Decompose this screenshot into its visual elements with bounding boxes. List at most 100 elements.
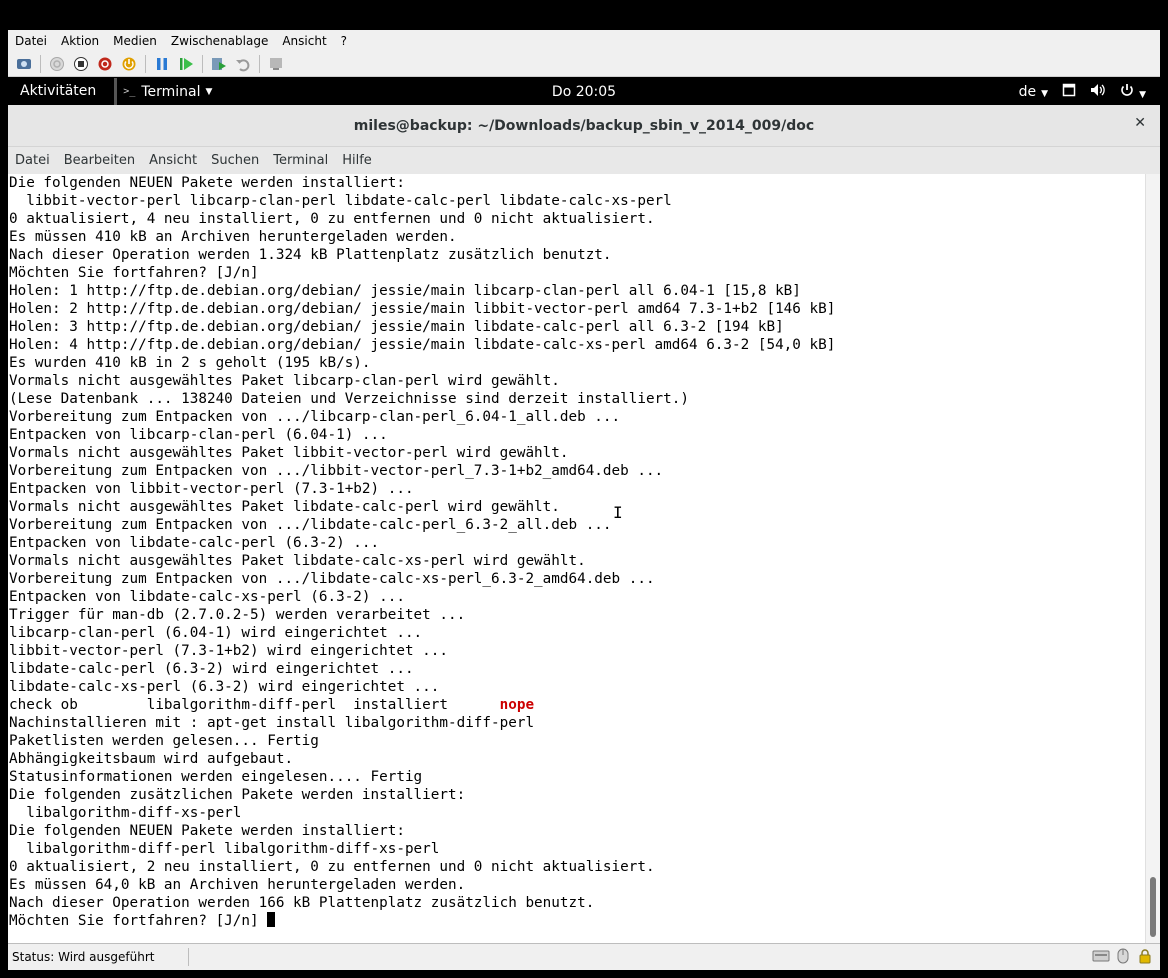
- vm-menu-ansicht[interactable]: Ansicht: [275, 34, 333, 48]
- vm-menu-aktion[interactable]: Aktion: [54, 34, 106, 48]
- toolbar-separator: [145, 55, 146, 73]
- window-icon[interactable]: [1062, 83, 1076, 101]
- terminal-menu-ansicht[interactable]: Ansicht: [142, 153, 204, 168]
- check-result-nope: nope: [499, 697, 535, 713]
- chevron-down-icon: ▼: [1139, 89, 1146, 100]
- terminal-menu-hilfe[interactable]: Hilfe: [335, 153, 379, 168]
- terminal-line: Vorbereitung zum Entpacken von .../libda…: [9, 571, 655, 587]
- terminal-menubar: Datei Bearbeiten Ansicht Suchen Terminal…: [8, 147, 1160, 175]
- terminal-line: check ob libalgorithm-diff-perl installi…: [9, 696, 1160, 714]
- terminal-line: Vorbereitung zum Entpacken von .../libca…: [9, 409, 621, 425]
- terminal-line: Es müssen 64,0 kB an Archiven herunterge…: [9, 877, 466, 893]
- text-cursor-icon: I: [613, 503, 623, 522]
- power-icon: [1121, 83, 1133, 96]
- toolbar-separator: [259, 55, 260, 73]
- volume-icon[interactable]: [1090, 83, 1106, 101]
- chevron-down-icon: ▼: [1041, 88, 1049, 99]
- toolbar-separator: [40, 55, 41, 73]
- terminal-line: Es wurden 410 kB in 2 s geholt (195 kB/s…: [9, 355, 371, 371]
- terminal-line: 0 aktualisiert, 4 neu installiert, 0 zu …: [9, 211, 655, 227]
- terminal-output[interactable]: Die folgenden NEUEN Pakete werden instal…: [8, 174, 1160, 943]
- terminal-line: libcarp-clan-perl (6.04-1) wird eingeric…: [9, 625, 423, 641]
- chevron-down-icon: ▼: [205, 86, 213, 97]
- vm-menu-medien[interactable]: Medien: [106, 34, 164, 48]
- terminal-line: Nachinstallieren mit : apt-get install l…: [9, 715, 535, 731]
- vm-menu-datei[interactable]: Datei: [8, 34, 54, 48]
- terminal-titlebar[interactable]: miles@backup: ~/Downloads/backup_sbin_v_…: [8, 105, 1160, 147]
- enhanced-session-icon[interactable]: [267, 55, 285, 73]
- terminal-menu-suchen[interactable]: Suchen: [204, 153, 266, 168]
- keyboard-icon: [1092, 947, 1110, 965]
- vm-menubar: Datei Aktion Medien Zwischenablage Ansic…: [8, 30, 1160, 52]
- status-icons: [1092, 947, 1154, 965]
- terminal-line: Die folgenden NEUEN Pakete werden instal…: [9, 175, 405, 191]
- terminal-line: Holen: 3 http://ftp.de.debian.org/debian…: [9, 319, 784, 335]
- pause-icon[interactable]: [153, 55, 171, 73]
- gnome-topbar: Aktivitäten >_ Terminal ▼ Do 20:05 de ▼ ▼: [8, 78, 1160, 105]
- terminal-line: Trigger für man-db (2.7.0.2-5) werden ve…: [9, 607, 466, 623]
- terminal-menu-bearbeiten[interactable]: Bearbeiten: [57, 153, 142, 168]
- turn-off-icon[interactable]: [72, 55, 90, 73]
- mouse-icon: [1114, 947, 1132, 965]
- terminal-line: Statusinformationen werden eingelesen...…: [9, 769, 423, 785]
- app-menu-label: Terminal: [141, 83, 201, 100]
- terminal-line: Vormals nicht ausgewähltes Paket libdate…: [9, 499, 560, 515]
- vm-status-text: Status: Wird ausgeführt: [8, 948, 189, 966]
- terminal-line: libalgorithm-diff-perl libalgorithm-diff…: [9, 841, 440, 857]
- terminal-cursor: [267, 912, 276, 927]
- terminal-line: Vormals nicht ausgewähltes Paket libbit-…: [9, 445, 569, 461]
- terminal-line: Vorbereitung zum Entpacken von .../libbi…: [9, 463, 664, 479]
- power-icon[interactable]: [120, 55, 138, 73]
- terminal-line: Möchten Sie fortfahren? [J/n]: [9, 912, 1160, 930]
- revert-icon[interactable]: [234, 55, 252, 73]
- terminal-scrollbar[interactable]: [1145, 174, 1160, 943]
- terminal-line: Nach dieser Operation werden 1.324 kB Pl…: [9, 247, 612, 263]
- terminal-line: Nach dieser Operation werden 166 kB Plat…: [9, 895, 595, 911]
- vm-menu-zwischenablage[interactable]: Zwischenablage: [164, 34, 275, 48]
- start-icon[interactable]: [48, 55, 66, 73]
- terminal-line: Holen: 4 http://ftp.de.debian.org/debian…: [9, 337, 836, 353]
- ctrl-alt-del-icon[interactable]: [15, 55, 33, 73]
- toolbar-separator: [202, 55, 203, 73]
- activities-button[interactable]: Aktivitäten: [8, 78, 108, 105]
- lock-icon: [1136, 947, 1154, 965]
- window-title: miles@backup: ~/Downloads/backup_sbin_v_…: [353, 117, 815, 134]
- terminal-line: Vormals nicht ausgewähltes Paket libcarp…: [9, 373, 560, 389]
- terminal-line: Entpacken von libbit-vector-perl (7.3-1+…: [9, 481, 414, 497]
- terminal-line: Holen: 1 http://ftp.de.debian.org/debian…: [9, 283, 801, 299]
- power-menu[interactable]: ▼: [1120, 83, 1146, 101]
- app-menu-terminal[interactable]: >_ Terminal ▼: [114, 78, 218, 105]
- terminal-line: Abhängigkeitsbaum wird aufgebaut.: [9, 751, 294, 767]
- vm-toolbar: [8, 52, 1160, 77]
- checkpoint-icon[interactable]: [210, 55, 228, 73]
- terminal-line: Paketlisten werden gelesen... Fertig: [9, 733, 319, 749]
- terminal-line: Entpacken von libdate-calc-xs-perl (6.3-…: [9, 589, 405, 605]
- terminal-line: 0 aktualisiert, 2 neu installiert, 0 zu …: [9, 859, 655, 875]
- clock[interactable]: Do 20:05: [552, 84, 616, 100]
- terminal-line: libbit-vector-perl (7.3-1+b2) wird einge…: [9, 643, 448, 659]
- terminal-line: Möchten Sie fortfahren? [J/n]: [9, 265, 259, 281]
- terminal-text: Die folgenden NEUEN Pakete werden instal…: [8, 174, 1160, 930]
- terminal-menu-datei[interactable]: Datei: [8, 153, 57, 168]
- input-source-label: de: [1018, 83, 1037, 100]
- terminal-line: Es müssen 410 kB an Archiven heruntergel…: [9, 229, 457, 245]
- terminal-line: Vorbereitung zum Entpacken von .../libda…: [9, 517, 612, 533]
- terminal-line: libdate-calc-xs-perl (6.3-2) wird einger…: [9, 679, 440, 695]
- resume-icon[interactable]: [177, 55, 195, 73]
- terminal-line: libdate-calc-perl (6.3-2) wird eingerich…: [9, 661, 414, 677]
- system-tray: de ▼ ▼: [1019, 78, 1146, 105]
- check-line-text: check ob libalgorithm-diff-perl installi…: [9, 697, 500, 713]
- prompt-text: Möchten Sie fortfahren? [J/n]: [9, 913, 268, 929]
- vm-statusbar: Status: Wird ausgeführt: [8, 943, 1160, 970]
- input-source-menu[interactable]: de ▼: [1019, 84, 1048, 100]
- terminal-menu-terminal[interactable]: Terminal: [266, 153, 335, 168]
- terminal-line: libalgorithm-diff-xs-perl: [9, 805, 242, 821]
- terminal-line: (Lese Datenbank ... 138240 Dateien und V…: [9, 391, 689, 407]
- close-icon[interactable]: ✕: [1134, 115, 1146, 131]
- terminal-icon: >_: [123, 86, 136, 97]
- scrollbar-thumb[interactable]: [1150, 877, 1156, 937]
- terminal-line: Die folgenden zusätzlichen Pakete werden…: [9, 787, 466, 803]
- terminal-line: libbit-vector-perl libcarp-clan-perl lib…: [9, 193, 672, 209]
- shutdown-icon[interactable]: [96, 55, 114, 73]
- vm-menu-help[interactable]: ?: [334, 34, 354, 48]
